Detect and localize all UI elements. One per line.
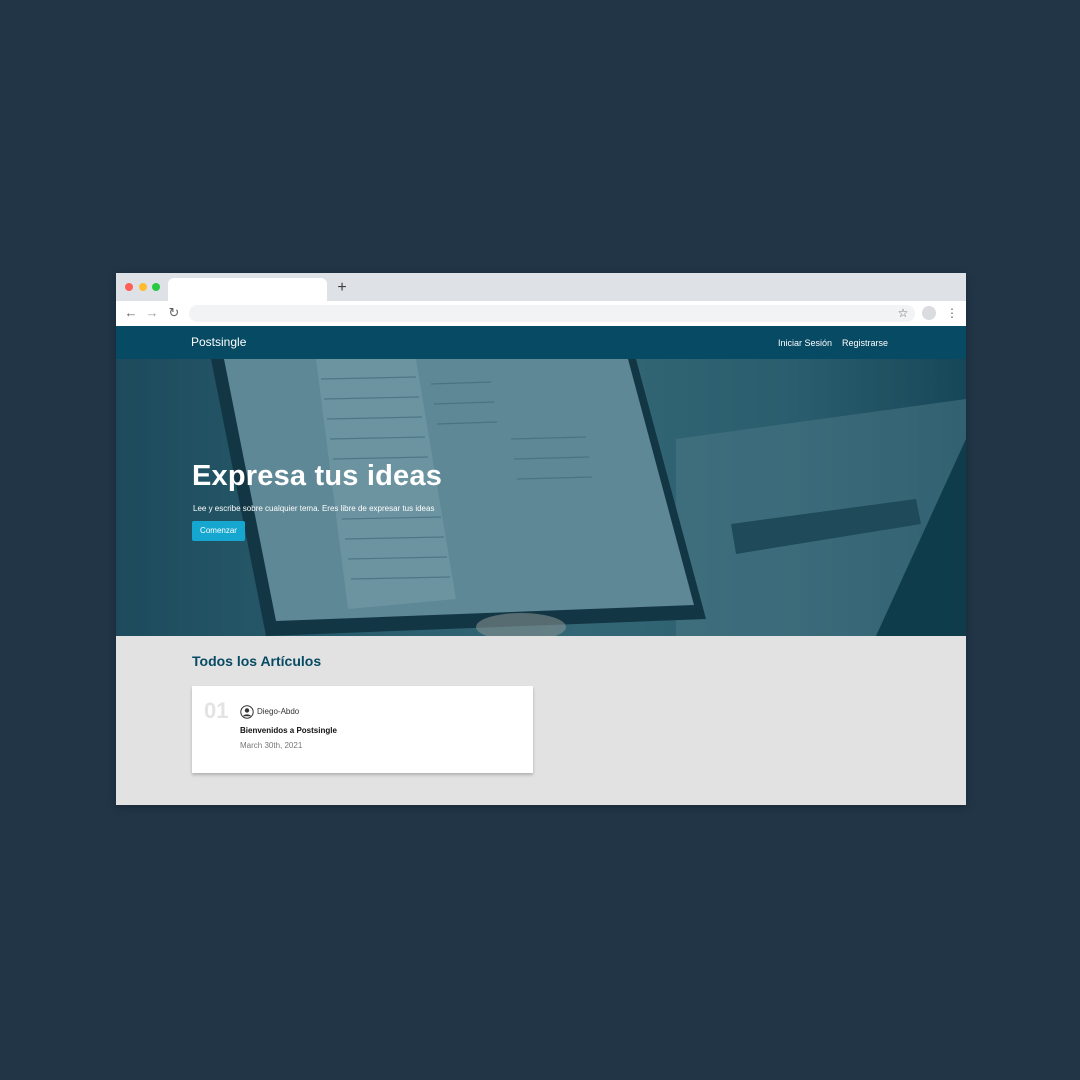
article-number: 01 <box>204 698 229 723</box>
hero-subtitle: Lee y escribe sobre cualquier tema. Eres… <box>193 504 435 513</box>
brand-logo[interactable]: Postsingle <box>191 335 246 350</box>
hero-title: Expresa tus ideas <box>192 460 443 492</box>
site-navbar: Postsingle Iniciar Sesión Registrarse <box>116 326 966 359</box>
article-card[interactable]: 01 Diego-Abdo Bienvenidos a Postsingle M… <box>192 686 533 773</box>
browser-tab-active[interactable] <box>168 278 327 301</box>
get-started-button[interactable]: Comenzar <box>192 521 245 541</box>
articles-heading: Todos los Artículos <box>192 653 322 669</box>
login-link[interactable]: Iniciar Sesión <box>778 337 832 349</box>
forward-arrow-icon[interactable]: → <box>144 305 160 321</box>
minimize-window-button[interactable] <box>139 283 147 291</box>
user-avatar-icon <box>240 705 254 719</box>
maximize-window-button[interactable] <box>152 283 160 291</box>
reload-icon[interactable]: ↻ <box>166 305 182 321</box>
address-bar[interactable] <box>189 305 915 322</box>
hero-overlay <box>116 359 966 636</box>
hero-section: Expresa tus ideas Lee y escribe sobre cu… <box>116 359 966 636</box>
new-tab-button[interactable]: + <box>334 279 350 297</box>
article-date: March 30th, 2021 <box>240 741 303 750</box>
articles-section: Todos los Artículos 01 Diego-Abdo Bienve… <box>116 636 966 805</box>
bookmark-star-icon[interactable]: ☆ <box>896 305 910 321</box>
tab-strip: + <box>116 273 966 301</box>
profile-avatar[interactable] <box>922 306 936 320</box>
browser-window: + ← → ↻ ☆ ⋮ Postsingle Iniciar Sesión Re… <box>116 273 966 805</box>
browser-menu-icon[interactable]: ⋮ <box>946 305 958 321</box>
browser-toolbar: ← → ↻ ☆ ⋮ <box>116 301 966 326</box>
article-author: Diego-Abdo <box>257 707 300 716</box>
close-window-button[interactable] <box>125 283 133 291</box>
back-arrow-icon[interactable]: ← <box>123 305 139 321</box>
article-title[interactable]: Bienvenidos a Postsingle <box>240 726 337 736</box>
register-link[interactable]: Registrarse <box>842 337 888 349</box>
